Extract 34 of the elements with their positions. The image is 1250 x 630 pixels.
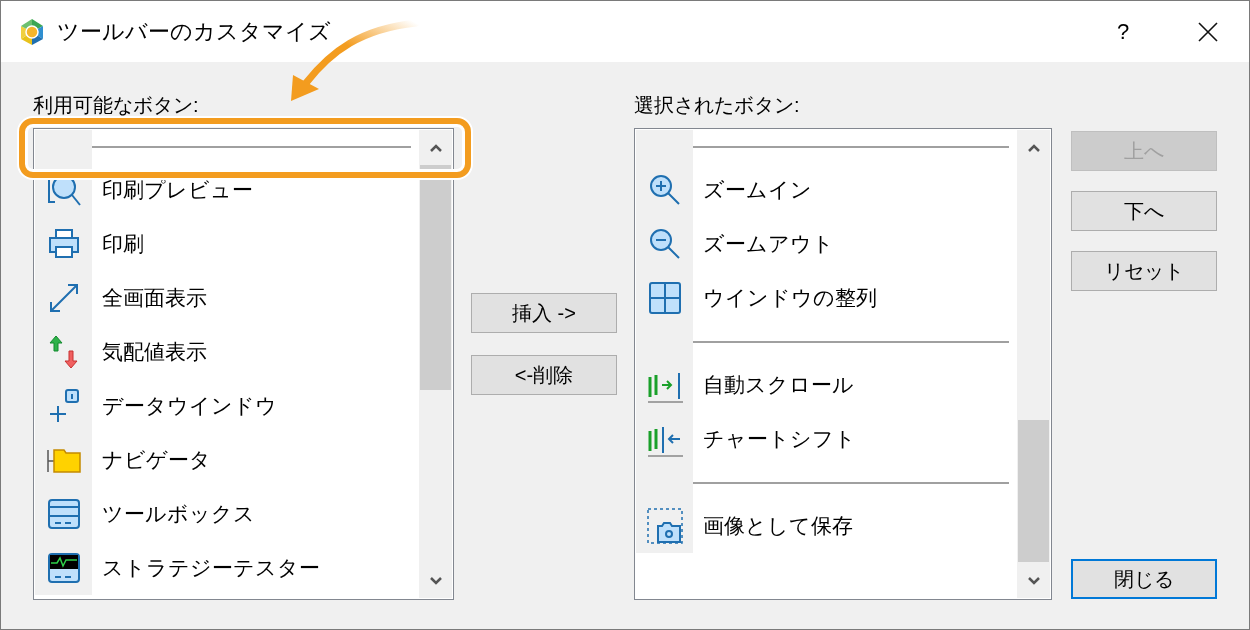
side-button[interactable]: リセット [1071,251,1217,291]
list-item[interactable]: 画像として保存 [703,510,853,542]
list-label: 選択されたボタン: [634,93,801,118]
scrollbar-thumb[interactable] [1018,420,1049,562]
list-item[interactable]: ツールボックス [102,498,255,530]
list-item[interactable]: ウインドウの整列 [703,282,877,314]
close-icon [1197,20,1219,43]
grid-icon [646,280,683,316]
window-panel-icon [45,496,82,532]
caret-icon [1026,142,1041,153]
list-item[interactable]: ナビゲータ [102,444,211,476]
list-item[interactable]: ズームアウト [703,228,834,260]
list-item[interactable]: データウインドウ [102,390,277,422]
camera-icon [646,508,683,544]
caret-icon [428,142,443,153]
side-button[interactable]: 閉じる [1071,559,1217,599]
window-title: ツールバーのカスタマイズ [57,18,331,46]
action-button[interactable]: <-削除 [471,355,617,395]
list-item[interactable]: 印刷 [102,228,144,260]
caret-icon [1026,575,1041,586]
action-button[interactable]: 挿入 -> [471,293,617,333]
list-item[interactable]: チャートシフト [703,423,856,455]
list-item[interactable]: 気配値表示 [102,336,207,368]
scrollbar-thumb[interactable] [420,165,451,390]
list-item[interactable]: ズームイン [703,174,812,206]
side-button[interactable]: 下へ [1071,191,1217,231]
list-item[interactable]: ストラテジーテスター [102,552,320,584]
monitor-icon [45,550,82,586]
caret-icon [428,575,443,586]
list-item[interactable]: 印刷プレビュー [102,174,253,206]
list-item[interactable]: 自動スクロール [703,369,854,401]
list-label: 利用可能なボタン: [33,93,200,118]
list-item[interactable]: 全画面表示 [102,282,207,314]
help-button[interactable]: ? [1103,11,1143,52]
